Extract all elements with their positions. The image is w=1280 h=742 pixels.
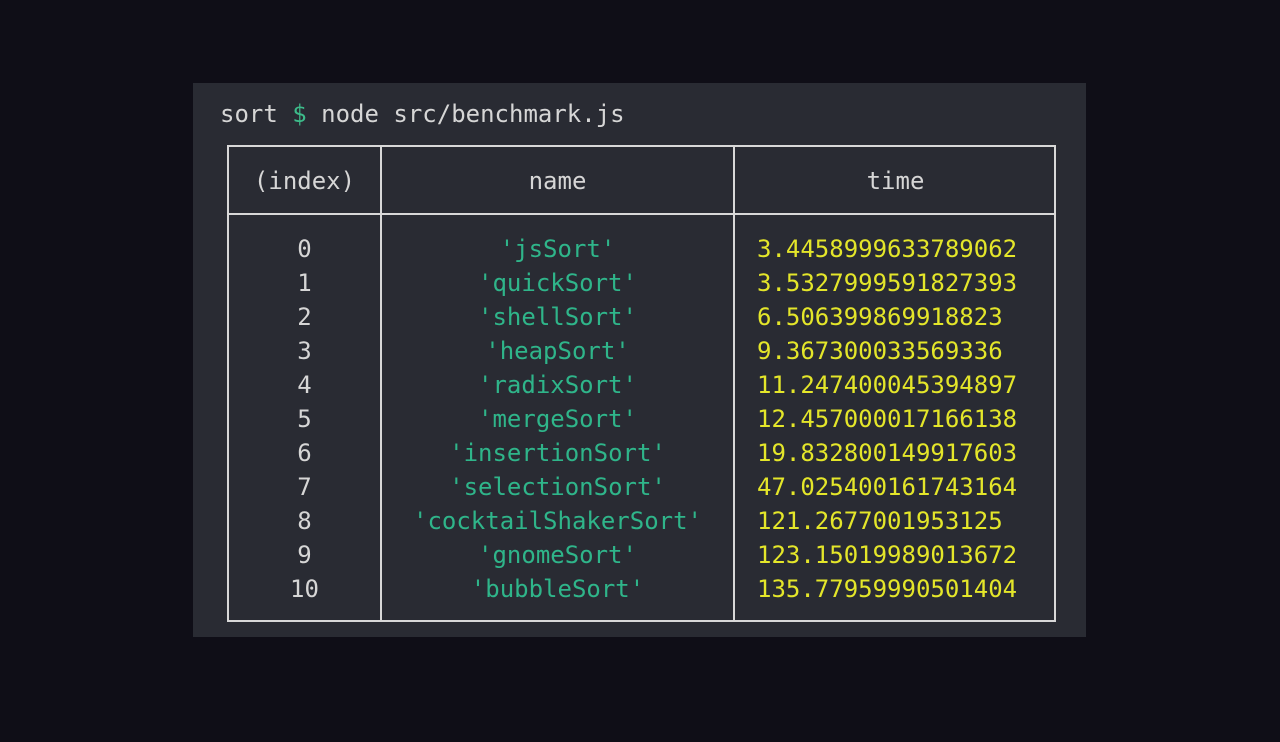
row-index: 1 (297, 269, 312, 297)
table-header-divider (229, 213, 1054, 215)
row-index: 8 (297, 507, 312, 535)
command-text: node src/benchmark.js (321, 100, 625, 128)
row-index: 9 (297, 541, 312, 569)
row-time: 121.2677001953125 (757, 507, 1003, 535)
row-index: 10 (290, 575, 319, 603)
row-name: 'insertionSort' (449, 439, 666, 467)
header-name: name (528, 167, 587, 195)
row-time: 12.457000017166138 (757, 405, 1018, 433)
row-name: 'bubbleSort' (470, 575, 645, 603)
row-name: 'mergeSort' (478, 405, 637, 433)
table-row: 0 'jsSort' 3.4458999633789062 (229, 232, 1054, 266)
row-time: 11.247400045394897 (757, 371, 1018, 399)
row-index: 2 (297, 303, 312, 331)
header-index: (index) (253, 167, 356, 195)
table-row: 10 'bubbleSort' 135.77959990501404 (229, 572, 1054, 606)
table-row: 4 'radixSort' 11.247400045394897 (229, 368, 1054, 402)
table-row: 7 'selectionSort' 47.025400161743164 (229, 470, 1054, 504)
row-name: 'jsSort' (499, 235, 616, 263)
row-time: 19.832800149917603 (757, 439, 1018, 467)
table-row: 2 'shellSort' 6.506399869918823 (229, 300, 1054, 334)
row-index: 4 (297, 371, 312, 399)
table-row: 5 'mergeSort' 12.457000017166138 (229, 402, 1054, 436)
row-time: 9.367300033569336 (757, 337, 1003, 365)
row-time: 3.4458999633789062 (757, 235, 1018, 263)
row-time: 47.025400161743164 (757, 473, 1018, 501)
row-name: 'selectionSort' (449, 473, 666, 501)
row-index: 5 (297, 405, 312, 433)
table-row: 3 'heapSort' 9.367300033569336 (229, 334, 1054, 368)
row-time: 123.15019989013672 (757, 541, 1018, 569)
row-index: 3 (297, 337, 312, 365)
row-name: 'quickSort' (478, 269, 637, 297)
table-body: 0 'jsSort' 3.4458999633789062 1 'quickSo… (229, 232, 1054, 606)
table-row: 8 'cocktailShakerSort' 121.2677001953125 (229, 504, 1054, 538)
row-index: 6 (297, 439, 312, 467)
console-table: (index) name time 0 'jsSort' 3.445899963… (227, 145, 1056, 622)
table-row: 1 'quickSort' 3.5327999591827393 (229, 266, 1054, 300)
row-name: 'gnomeSort' (478, 541, 637, 569)
prompt-cwd: sort (220, 100, 278, 128)
row-time: 135.77959990501404 (757, 575, 1018, 603)
row-index: 0 (297, 235, 312, 263)
row-time: 3.5327999591827393 (757, 269, 1018, 297)
prompt-symbol: $ (292, 100, 307, 128)
command-line: sort $ node src/benchmark.js (220, 97, 625, 131)
row-time: 6.506399869918823 (757, 303, 1003, 331)
terminal-window: sort $ node src/benchmark.js (index) nam… (193, 83, 1086, 637)
row-name: 'heapSort' (485, 337, 630, 365)
header-time: time (866, 167, 925, 195)
row-name: 'radixSort' (478, 371, 637, 399)
table-row: 9 'gnomeSort' 123.15019989013672 (229, 538, 1054, 572)
table-row: 6 'insertionSort' 19.832800149917603 (229, 436, 1054, 470)
row-name: 'shellSort' (478, 303, 637, 331)
row-index: 7 (297, 473, 312, 501)
row-name: 'cocktailShakerSort' (413, 507, 702, 535)
